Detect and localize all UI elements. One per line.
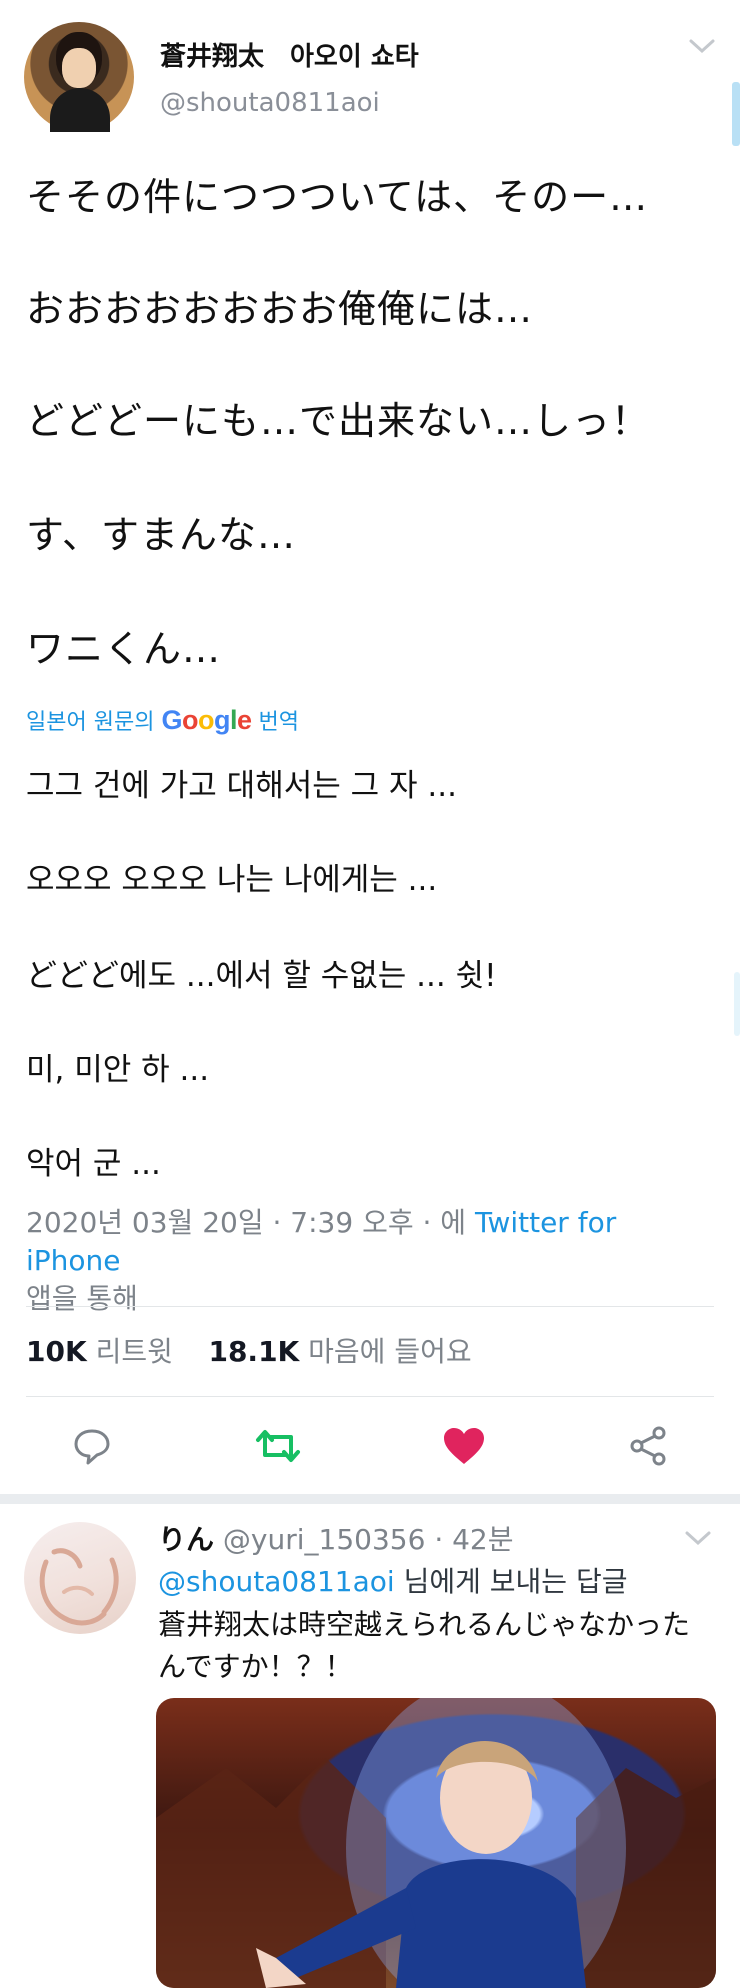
likes-label[interactable]: 마음에 들어요 <box>308 1335 471 1368</box>
chevron-down-icon[interactable] <box>684 1528 712 1552</box>
google-logo-letter: e <box>236 705 252 735</box>
like-button[interactable] <box>434 1418 494 1478</box>
retweets-count[interactable]: 10K <box>26 1335 87 1368</box>
retweet-icon <box>255 1425 301 1471</box>
reply-author[interactable]: りん @yuri_150356 · 42분 <box>158 1518 514 1558</box>
reply-author-avatar[interactable] <box>24 1522 136 1634</box>
google-logo-letter: o <box>197 705 215 735</box>
translated-line: 그그 건에 가고 대해서는 그 자 ... <box>26 768 457 804</box>
scrollbar-thumb[interactable] <box>732 82 740 146</box>
translated-line: 미, 미안 하 ... <box>26 1052 210 1088</box>
hands-illustration <box>39 1548 119 1626</box>
section-divider <box>0 1494 740 1504</box>
heart-icon <box>442 1426 486 1470</box>
tweet-text-line: す、すまんな… <box>26 513 296 557</box>
reply-text: 蒼井翔太は時空越えられるんじゃなかったんですか！？！ <box>158 1608 691 1683</box>
retweet-button[interactable] <box>248 1418 308 1478</box>
scrollbar-track-highlight <box>734 972 740 1036</box>
google-logo-letter: o <box>181 705 199 735</box>
tweet-source-suffix: 앱을 통해 <box>26 1282 138 1315</box>
translation-label-suffix: 번역 <box>258 710 299 735</box>
divider <box>26 1306 714 1307</box>
google-logo-letter: g <box>213 705 231 735</box>
reply-media-image[interactable] <box>156 1698 716 1988</box>
reply-to-suffix: 님에게 보내는 답글 <box>394 1565 628 1598</box>
tweet-stats: 10K 리트윗 18.1K 마음에 들어요 <box>26 1330 472 1370</box>
reply-context: @shouta0811aoi 님에게 보내는 답글 <box>158 1560 627 1600</box>
reply-handle-time: @yuri_150356 · 42분 <box>222 1523 514 1556</box>
google-logo-letter: l <box>229 705 238 735</box>
tweet-text-line: ワニくん… <box>26 627 222 671</box>
author-avatar[interactable] <box>24 22 134 132</box>
translated-line: 악어 군 ... <box>26 1146 161 1182</box>
google-logo-letter: G <box>161 705 182 735</box>
author-handle[interactable]: @shouta0811aoi <box>160 88 380 118</box>
reply-to-handle[interactable]: @shouta0811aoi <box>158 1565 395 1598</box>
media-illustration <box>156 1698 716 1988</box>
retweets-label[interactable]: 리트윗 <box>96 1335 173 1368</box>
tweet-timestamp: 2020년 03월 20일 · 7:39 오후 · 에 <box>26 1206 467 1239</box>
reply-button[interactable] <box>62 1418 122 1478</box>
translated-line: 오오오 오오오 나는 나에게는 ... <box>26 862 438 898</box>
tweet-text-line: どどどーにも…で出来ない…しっ！ <box>26 399 651 443</box>
translation-label[interactable]: 일본어 원문의 Google 번역 <box>26 704 299 736</box>
share-button[interactable] <box>618 1418 678 1478</box>
tweet-text-line: おおおおおおおお俺俺には… <box>26 287 534 331</box>
chevron-down-icon[interactable] <box>688 36 716 60</box>
share-icon <box>627 1425 669 1471</box>
author-display-name[interactable]: 蒼井翔太 아오이 쇼타 <box>160 36 419 73</box>
translated-line: どどど에도 ...에서 할 수없는 ... 쉿! <box>26 958 497 994</box>
google-logo: Google <box>161 705 252 735</box>
reply-author-name[interactable]: りん <box>158 1523 214 1556</box>
reply-icon <box>71 1425 113 1471</box>
avatar-body <box>50 88 110 132</box>
translation-label-prefix: 일본어 원문의 <box>26 710 155 735</box>
tweet-text-line: そその件につつついては、そのー… <box>26 175 649 219</box>
tweet-meta: 2020년 03월 20일 · 7:39 오후 · 에 Twitter for … <box>26 1204 716 1318</box>
avatar-face <box>62 48 96 88</box>
divider <box>26 1396 714 1397</box>
likes-count[interactable]: 18.1K <box>208 1335 299 1368</box>
